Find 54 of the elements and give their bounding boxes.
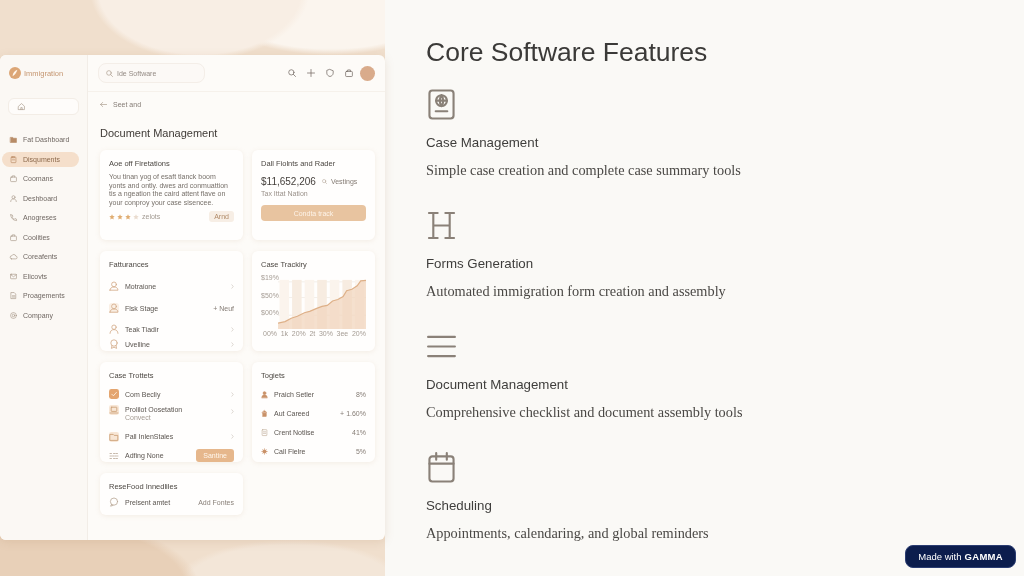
star-icon: [117, 213, 123, 220]
feature-description: Comprehensive checklist and document assembly tools: [426, 403, 743, 421]
feature-heading: Case Management: [426, 134, 539, 152]
feature-description: Appointments, calendaring, and global reminders: [426, 524, 709, 542]
check-icon: [109, 389, 119, 400]
person-icon: [261, 390, 268, 398]
search-icon: [321, 179, 327, 184]
folder-icon: [10, 136, 17, 144]
cloud-icon: [10, 253, 17, 261]
back-arrow-icon[interactable]: [100, 100, 107, 108]
menu-icon: [428, 334, 455, 358]
star-icon: [133, 213, 139, 220]
user-icon: [109, 303, 119, 313]
bag-icon[interactable]: [345, 69, 353, 77]
bubble-icon: [109, 497, 119, 507]
folder-icon: [109, 431, 119, 442]
document-icon: [261, 428, 268, 436]
star-icon: [109, 213, 115, 220]
user-icon: [109, 281, 119, 291]
passport-icon: [428, 88, 455, 120]
page-title: Document Management: [100, 126, 219, 140]
shield-icon[interactable]: [326, 69, 334, 77]
plus-icon[interactable]: [307, 69, 315, 77]
list-icon: [109, 450, 119, 461]
clipboard-icon: [10, 155, 17, 163]
workspace-switcher[interactable]: [8, 98, 79, 115]
feature-description: Automated immigration form creation and assembly: [426, 282, 726, 300]
person-icon: [109, 324, 119, 334]
star-icon: [125, 213, 131, 220]
person-icon: [10, 194, 17, 202]
building-icon: [261, 409, 268, 417]
avatar-placeholder[interactable]: [360, 65, 375, 81]
badge-icon: [109, 339, 119, 349]
mail-icon: [10, 272, 17, 280]
made-with-badge[interactable]: Made with GAMMA: [905, 545, 1016, 568]
document-icon: [10, 292, 17, 300]
feature-heading: Forms Generation: [426, 255, 534, 273]
logo-icon: [9, 67, 21, 79]
home-icon: [18, 103, 25, 110]
slide-title: Core Software Features: [426, 36, 709, 69]
bag-icon: [10, 175, 17, 183]
search-icon: [106, 69, 113, 77]
heading-icon: [428, 210, 455, 240]
target-icon: [10, 311, 17, 319]
feature-heading: Document Management: [426, 376, 568, 394]
phone-icon: [10, 214, 17, 222]
feature-description: Simple case creation and complete case summary tools: [426, 161, 741, 179]
gear-icon: [261, 447, 268, 455]
feature-heading: Scheduling: [426, 497, 492, 515]
bag-icon: [10, 233, 17, 241]
laptop-icon: [109, 405, 119, 416]
amount-value: $11,652,206: [261, 176, 316, 187]
calendar-icon: [428, 451, 455, 483]
search-icon[interactable]: [288, 69, 296, 77]
